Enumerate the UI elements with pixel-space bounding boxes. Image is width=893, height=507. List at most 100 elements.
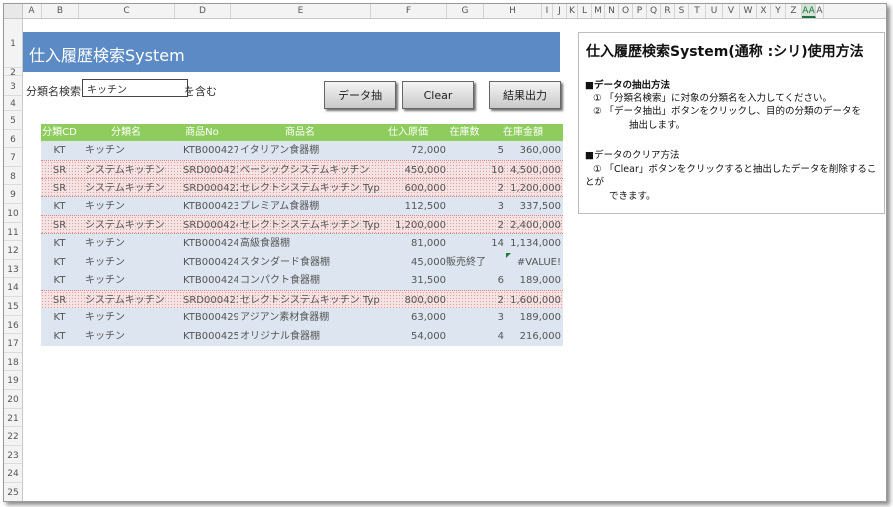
cell-name: アジアン素材食器棚 xyxy=(240,312,330,324)
export-results-button[interactable]: 結果出力 xyxy=(489,81,561,109)
table-row[interactable]: SR システムキッチン SRD000424 セレクトシステムキッチン TypeC 1,2… xyxy=(41,215,563,235)
cell-no: SRD000421 xyxy=(183,164,238,176)
extract-data-button[interactable]: データ抽 xyxy=(324,81,396,109)
column-header-o[interactable]: O xyxy=(619,4,633,18)
column-header-u[interactable]: U xyxy=(706,4,723,18)
page-title: 仕入履歴検索System xyxy=(29,46,185,65)
title-banner: 仕入履歴検索System xyxy=(23,32,560,72)
row-header-15[interactable]: 15 xyxy=(4,297,22,316)
cell-no: KTB000427 xyxy=(183,145,238,156)
row-header-16[interactable]: 16 xyxy=(4,316,22,335)
column-header-b[interactable]: B xyxy=(42,4,79,18)
cell-cat: システムキッチン xyxy=(85,220,165,232)
column-header-z[interactable]: Z xyxy=(786,4,802,18)
column-header-r[interactable]: R xyxy=(661,4,675,18)
cell-no: SRD000423 xyxy=(183,294,238,306)
column-header-i[interactable]: I xyxy=(542,4,553,18)
row-header-12[interactable]: 12 xyxy=(4,241,22,260)
row-header-1[interactable]: 1 xyxy=(4,19,22,68)
column-header-h[interactable]: H xyxy=(484,4,542,18)
cell-stock: 2 xyxy=(497,183,504,195)
instruction-line: ① 「Clear」ボタンをクリックすると抽出したデータを削除するこ xyxy=(593,164,877,175)
column-header-a[interactable]: A xyxy=(22,4,42,18)
column-header-m[interactable]: M xyxy=(592,4,605,18)
cell-value: 216,000 xyxy=(519,331,561,342)
row-header-25[interactable]: 25 xyxy=(4,483,22,501)
row-header-5[interactable]: 5 xyxy=(4,111,22,130)
row-header-20[interactable]: 20 xyxy=(4,390,22,409)
column-header-p[interactable]: P xyxy=(633,4,647,18)
instruction-panel: 仕入履歴検索System(通称 :シリ)使用方法 ■データの抽出方法 ① 「分類名… xyxy=(578,32,885,214)
column-heading: 商品No xyxy=(185,127,219,138)
row-header-3[interactable]: 3 xyxy=(4,76,22,96)
cell-stock: 6 xyxy=(497,275,504,287)
column-header-y[interactable]: Y xyxy=(771,4,786,18)
column-header-x[interactable]: X xyxy=(757,4,771,18)
table-row[interactable]: KT キッチン KTB000424 コンパクト食器棚 31,500 6 189,000 xyxy=(41,271,563,291)
row-header-14[interactable]: 14 xyxy=(4,278,22,297)
row-header-18[interactable]: 18 xyxy=(4,353,22,372)
row-header-19[interactable]: 19 xyxy=(4,371,22,390)
column-header-l[interactable]: L xyxy=(578,4,592,18)
table-row[interactable]: SR システムキッチン SRD000421 ベーシックシステムキッチン 450,000 1… xyxy=(41,159,563,179)
column-header-j[interactable]: J xyxy=(553,4,567,18)
column-header-t[interactable]: T xyxy=(689,4,706,18)
table-row[interactable]: KT キッチン KTB000423 プレミアム食器棚 112,500 3 337,500 xyxy=(41,196,563,216)
cell-value: 1,200,000 xyxy=(510,183,561,195)
cell-no: KTB000425 xyxy=(183,331,238,342)
cell-cost: 72,000 xyxy=(411,145,446,156)
column-header-v[interactable]: V xyxy=(723,4,740,18)
row-header-2[interactable]: 2 xyxy=(4,68,22,78)
row-header-8[interactable]: 8 xyxy=(4,167,22,186)
cell-cat: キッチン xyxy=(85,331,125,342)
cell-cd: KT xyxy=(53,145,66,156)
cell-no: KTB000429 xyxy=(183,312,238,324)
column-header-f[interactable]: F xyxy=(371,4,447,18)
cell-value: 4,500,000 xyxy=(510,164,561,176)
column-header-e[interactable]: E xyxy=(231,4,371,18)
column-header-a[interactable]: A xyxy=(816,4,824,18)
table-row[interactable]: KT キッチン KTB000429 アジアン素材食器棚 63,000 3 189,000 xyxy=(41,308,563,328)
instruction-line: 抽出します。 xyxy=(629,120,686,131)
row-header-11[interactable]: 11 xyxy=(4,223,22,242)
cell-cd: SR xyxy=(52,220,67,232)
row-header-22[interactable]: 22 xyxy=(4,427,22,446)
error-indicator-icon xyxy=(506,252,511,258)
cell-no: SRD000424 xyxy=(183,220,238,232)
select-all-corner[interactable] xyxy=(4,4,23,18)
column-header-c[interactable]: C xyxy=(79,4,175,18)
column-header-s[interactable]: S xyxy=(675,4,689,18)
cell-cost: 1,200,000 xyxy=(395,220,446,232)
column-header-aa[interactable]: AA xyxy=(802,4,816,18)
row-header-17[interactable]: 17 xyxy=(4,334,22,353)
table-row[interactable]: KT キッチン KTB000424 高級食器棚 81,000 14 1,134,000 xyxy=(41,234,563,253)
table-row[interactable]: KT キッチン KTB000427 イタリアン食器棚 72,000 5 360,000 xyxy=(41,141,563,160)
row-header-6[interactable]: 6 xyxy=(4,130,22,149)
row-header-10[interactable]: 10 xyxy=(4,204,22,223)
column-header-n[interactable]: N xyxy=(605,4,619,18)
cell-value: 189,000 xyxy=(519,275,561,287)
column-header-d[interactable]: D xyxy=(175,4,231,18)
row-header-4[interactable]: 4 xyxy=(4,96,22,111)
row-header-7[interactable]: 7 xyxy=(4,148,22,167)
cell-value: 1,600,000 xyxy=(510,294,561,306)
clear-button[interactable]: Clear xyxy=(402,81,474,109)
cell-stock: 4 xyxy=(497,331,504,342)
cell-cd: KT xyxy=(53,312,66,324)
category-search-input[interactable] xyxy=(82,79,188,97)
cell-stock: 5 xyxy=(497,145,504,156)
table-row[interactable]: SR システムキッチン SRD000423 セレクトシステムキッチン TypeB 800… xyxy=(41,289,563,309)
table-row[interactable]: KT キッチン KTB000424 スタンダード食器棚 45,000 販売終了 #VALUE… xyxy=(41,252,563,272)
column-header-g[interactable]: G xyxy=(447,4,484,18)
row-header-24[interactable]: 24 xyxy=(4,464,22,483)
column-header-k[interactable]: K xyxy=(567,4,578,18)
column-header-w[interactable]: W xyxy=(740,4,757,18)
table-row[interactable]: KT キッチン KTB000425 オリジナル食器棚 54,000 4 216,000 xyxy=(41,327,563,346)
cell-cat: システムキッチン xyxy=(85,294,165,306)
table-row[interactable]: SR システムキッチン SRD000422 セレクトシステムキッチン TypeA 600… xyxy=(41,178,563,198)
row-header-21[interactable]: 21 xyxy=(4,409,22,428)
column-header-q[interactable]: Q xyxy=(647,4,661,18)
row-header-13[interactable]: 13 xyxy=(4,260,22,279)
row-header-9[interactable]: 9 xyxy=(4,185,22,204)
row-header-23[interactable]: 23 xyxy=(4,446,22,465)
